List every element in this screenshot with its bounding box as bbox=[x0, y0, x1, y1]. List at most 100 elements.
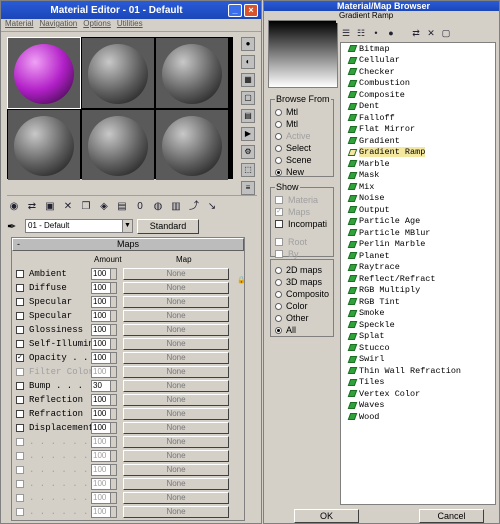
map-none-button[interactable]: None bbox=[123, 394, 229, 406]
amount-field[interactable]: 100 bbox=[91, 296, 111, 308]
map-enable-checkbox[interactable] bbox=[16, 382, 24, 390]
map-list-item[interactable]: Gradient bbox=[341, 135, 495, 147]
map-none-button[interactable]: None bbox=[123, 352, 229, 364]
radio-button[interactable] bbox=[275, 108, 282, 116]
material-name-field[interactable]: 01 - Default ▼ bbox=[25, 219, 133, 233]
minimize-button[interactable]: _ bbox=[228, 3, 242, 17]
video-color-icon[interactable]: ▤ bbox=[241, 109, 255, 123]
amount-field[interactable]: 100 bbox=[91, 464, 111, 476]
amount-field[interactable]: 30 bbox=[91, 380, 111, 392]
sample-slot[interactable] bbox=[82, 38, 154, 108]
ok-button[interactable]: OK bbox=[294, 509, 359, 523]
map-type-option[interactable]: 3D maps bbox=[275, 276, 333, 288]
map-none-button[interactable]: None bbox=[123, 296, 229, 308]
map-list-item[interactable]: Particle Age bbox=[341, 216, 495, 228]
amount-spinner[interactable] bbox=[111, 338, 117, 350]
map-none-button[interactable]: None bbox=[123, 324, 229, 336]
map-enable-checkbox[interactable] bbox=[16, 326, 24, 334]
amount-field[interactable]: 100 bbox=[91, 492, 111, 504]
map-type-option[interactable]: Composito bbox=[275, 288, 333, 300]
amount-spinner[interactable] bbox=[111, 268, 117, 280]
amount-spinner[interactable] bbox=[111, 296, 117, 308]
map-none-button[interactable]: None bbox=[123, 338, 229, 350]
view-small-icons-icon[interactable]: • bbox=[370, 27, 382, 39]
assign-to-selection-icon[interactable]: ▣ bbox=[43, 200, 57, 214]
show-option[interactable]: ✓ Maps bbox=[275, 206, 333, 218]
map-enable-checkbox[interactable] bbox=[16, 298, 24, 306]
amount-field[interactable]: 100 bbox=[91, 282, 111, 294]
amount-field[interactable]: 100 bbox=[91, 478, 111, 490]
radio-button[interactable] bbox=[275, 314, 282, 322]
browse-from-option[interactable]: Mtl bbox=[275, 118, 333, 130]
map-enable-checkbox[interactable] bbox=[16, 438, 24, 446]
map-type-option[interactable]: 2D maps bbox=[275, 264, 333, 276]
amount-spinner[interactable] bbox=[111, 422, 117, 434]
browse-from-option[interactable]: New bbox=[275, 166, 333, 178]
map-none-button[interactable]: None bbox=[123, 436, 229, 448]
go-forward-to-sibling-icon[interactable]: ↘ bbox=[205, 200, 219, 214]
amount-field[interactable]: 100 bbox=[91, 352, 111, 364]
clear-library-icon[interactable]: ▢ bbox=[440, 27, 452, 39]
maps-rollout-header[interactable]: - Maps bbox=[12, 238, 244, 251]
map-list-item[interactable]: Dent bbox=[341, 101, 495, 113]
amount-spinner[interactable] bbox=[111, 450, 117, 462]
get-material-icon[interactable]: ◉ bbox=[7, 200, 21, 214]
menu-navigation[interactable]: Navigation bbox=[39, 19, 77, 31]
map-list-item[interactable]: Combustion bbox=[341, 78, 495, 90]
radio-button[interactable] bbox=[275, 120, 282, 128]
checkbox[interactable] bbox=[275, 196, 283, 204]
menu-options[interactable]: Options bbox=[83, 19, 111, 31]
amount-spinner[interactable] bbox=[111, 310, 117, 322]
amount-field[interactable]: 100 bbox=[91, 408, 111, 420]
amount-spinner[interactable] bbox=[111, 408, 117, 420]
amount-field[interactable]: 100 bbox=[91, 436, 111, 448]
amount-spinner[interactable] bbox=[111, 436, 117, 448]
map-enable-checkbox[interactable] bbox=[16, 494, 24, 502]
map-list-item[interactable]: Splat bbox=[341, 331, 495, 343]
amount-spinner[interactable] bbox=[111, 282, 117, 294]
sample-slot[interactable] bbox=[82, 110, 154, 180]
map-enable-checkbox[interactable] bbox=[16, 312, 24, 320]
close-button[interactable]: × bbox=[244, 3, 258, 17]
sample-type-icon[interactable]: ● bbox=[241, 37, 255, 51]
reset-map-icon[interactable]: ✕ bbox=[61, 200, 75, 214]
map-none-button[interactable]: None bbox=[123, 282, 229, 294]
map-list-item[interactable]: Perlin Marble bbox=[341, 239, 495, 251]
chevron-down-icon[interactable]: ▼ bbox=[122, 220, 132, 232]
browse-from-option[interactable]: Active bbox=[275, 130, 333, 142]
map-list-item[interactable]: Particle MBlur bbox=[341, 227, 495, 239]
amount-field[interactable]: 100 bbox=[91, 394, 111, 406]
put-to-library-icon[interactable]: ▤ bbox=[115, 200, 129, 214]
map-list-item[interactable]: Gradient Ramp bbox=[341, 147, 495, 159]
map-list-item[interactable]: RGB Multiply bbox=[341, 285, 495, 297]
put-to-scene-icon[interactable]: ⇄ bbox=[25, 200, 39, 214]
radio-button[interactable] bbox=[275, 326, 282, 334]
material-effects-channel-icon[interactable]: 0 bbox=[133, 200, 147, 214]
map-browser-titlebar[interactable]: Material/Map Browser bbox=[264, 1, 499, 11]
go-to-parent-icon[interactable]: ⤴ bbox=[187, 200, 201, 214]
make-unique-icon[interactable]: ◈ bbox=[97, 200, 111, 214]
amount-field[interactable]: 100 bbox=[91, 506, 111, 518]
browse-from-option[interactable]: Scene bbox=[275, 154, 333, 166]
map-none-button[interactable]: None bbox=[123, 506, 229, 518]
map-type-option[interactable]: Other bbox=[275, 312, 333, 324]
map-none-button[interactable]: None bbox=[123, 310, 229, 322]
map-list-item[interactable]: Marble bbox=[341, 158, 495, 170]
sample-slot[interactable] bbox=[156, 38, 228, 108]
map-list-item[interactable]: Waves bbox=[341, 400, 495, 412]
map-enable-checkbox[interactable]: ✓ bbox=[16, 354, 24, 362]
delete-from-library-icon[interactable]: ✕ bbox=[425, 27, 437, 39]
map-list-item[interactable]: Stucco bbox=[341, 342, 495, 354]
map-list-item[interactable]: Bitmap bbox=[341, 43, 495, 55]
map-none-button[interactable]: None bbox=[123, 422, 229, 434]
backlight-icon[interactable]: ◐ bbox=[241, 55, 255, 69]
map-list-item[interactable]: Planet bbox=[341, 250, 495, 262]
map-enable-checkbox[interactable] bbox=[16, 466, 24, 474]
map-enable-checkbox[interactable] bbox=[16, 480, 24, 488]
make-preview-icon[interactable]: ▶ bbox=[241, 127, 255, 141]
map-list-item[interactable]: Noise bbox=[341, 193, 495, 205]
show-option[interactable]: Root bbox=[275, 236, 333, 248]
map-list-item[interactable]: Wood bbox=[341, 411, 495, 423]
map-enable-checkbox[interactable] bbox=[16, 424, 24, 432]
checkbox[interactable] bbox=[275, 238, 283, 246]
